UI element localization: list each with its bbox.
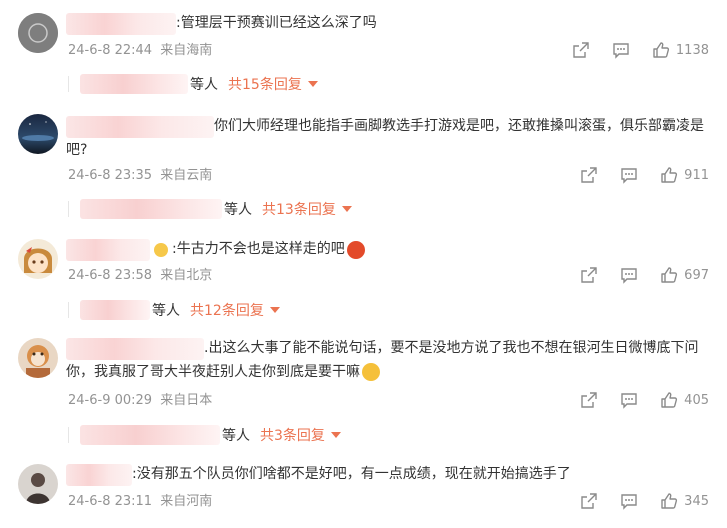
share-icon[interactable] [580, 266, 598, 284]
comment-icon[interactable] [620, 492, 638, 510]
comment-text: :牛古力不会也是这样走的吧 [66, 238, 716, 262]
comment-meta: 24-6-8 22:44 来自海南 [68, 43, 212, 59]
avatar[interactable] [18, 239, 58, 279]
avatar[interactable] [18, 464, 58, 504]
blurred-username[interactable] [66, 463, 132, 486]
comment-date: 24-6-8 23:11 [68, 494, 153, 509]
share-icon[interactable] [572, 41, 590, 59]
like-icon [661, 392, 678, 408]
view-replies-link[interactable]: 共13条回复 [262, 199, 336, 219]
avatar[interactable] [18, 114, 58, 154]
emoji-icon [154, 242, 168, 257]
blurred-username[interactable] [66, 238, 150, 261]
like-count: 345 [684, 493, 709, 509]
share-icon[interactable] [580, 492, 598, 510]
comment-date: 24-6-9 00:29 [68, 393, 153, 408]
reply-suffix: 等人 [152, 303, 180, 319]
blurred-username[interactable] [66, 12, 176, 35]
blurred-username[interactable] [66, 337, 204, 360]
comment-actions: 1138 [550, 41, 709, 59]
comment-item: :牛古力不会也是这样走的吧 24-6-8 23:58 来自北京 697 等人 共… [0, 222, 727, 322]
comment-actions: 405 [558, 391, 709, 409]
comment-item: .出这么大事了能不能说句话，要不是没地方说了我也不想在银河生日微博底下问你，我真… [0, 322, 727, 450]
comment-actions: 911 [558, 166, 709, 184]
comment-text: :管理层干预赛训已经这么深了吗 [66, 12, 716, 36]
like-count: 405 [684, 392, 709, 408]
comment-icon[interactable] [620, 391, 638, 409]
blurred-reply-users [80, 300, 150, 320]
comment-item: :没有那五个队员你们啥都不是好吧，有一点成绩，现在就开始搞选手了 24-6-8 … [0, 450, 727, 528]
like-count: 911 [684, 167, 709, 183]
like-icon [653, 42, 669, 58]
comment-text: 你们大师经理也能指手画脚教选手打游戏是吧，还敢推搡叫滚蛋，俱乐部霸凌是吧? [66, 115, 706, 162]
comment-location: 来自河南 [160, 494, 213, 509]
view-replies-link[interactable]: 共3条回复 [260, 425, 325, 445]
comment-date: 24-6-8 23:35 [68, 168, 153, 183]
comment-meta: 24-6-8 23:58 来自北京 [68, 268, 212, 284]
caret-down-icon [307, 81, 318, 87]
caret-down-icon [269, 307, 280, 313]
like-button[interactable]: 697 [660, 266, 709, 284]
caret-down-icon [330, 432, 341, 438]
comment-meta: 24-6-8 23:11 来自河南 [68, 494, 212, 510]
like-button[interactable]: 345 [660, 492, 709, 510]
avatar-image [18, 114, 58, 154]
like-button[interactable]: 1138 [652, 41, 709, 59]
reply-summary[interactable]: 等人 共12条回复 [80, 298, 280, 322]
like-count: 1138 [675, 42, 709, 58]
like-button[interactable]: 405 [660, 391, 709, 409]
comment-date: 24-6-8 22:44 [68, 43, 153, 58]
shocked-emoji-icon [362, 363, 380, 381]
view-replies-link[interactable]: 共15条回复 [228, 74, 302, 94]
like-button[interactable]: 911 [660, 166, 709, 184]
like-count: 697 [684, 267, 709, 283]
comment-item: 你们大师经理也能指手画脚教选手打游戏是吧，还敢推搡叫滚蛋，俱乐部霸凌是吧? 24… [0, 100, 727, 222]
comment-text: :没有那五个队员你们啥都不是好吧，有一点成绩，现在就开始搞选手了 [66, 463, 716, 487]
view-replies-link[interactable]: 共12条回复 [190, 300, 264, 320]
comment-icon[interactable] [620, 166, 638, 184]
share-icon[interactable] [580, 166, 598, 184]
comment-icon[interactable] [612, 41, 630, 59]
reply-summary[interactable]: 等人 共15条回复 [80, 72, 318, 96]
avatar-image [18, 239, 58, 279]
blurred-username[interactable] [66, 115, 214, 138]
like-icon [661, 167, 678, 183]
reply-summary[interactable]: 等人 共13条回复 [80, 197, 352, 221]
comment-meta: 24-6-9 00:29 来自日本 [68, 393, 212, 409]
comment-date: 24-6-8 23:58 [68, 268, 153, 283]
avatar[interactable] [18, 338, 58, 378]
comment-text: .出这么大事了能不能说句话，要不是没地方说了我也不想在银河生日微博底下问你，我真… [66, 337, 711, 384]
comment-actions: 697 [558, 266, 709, 284]
comment-location: 来自云南 [160, 168, 213, 183]
comment-location: 来自北京 [160, 268, 213, 283]
avatar[interactable] [18, 13, 58, 53]
comment-item: :管理层干预赛训已经这么深了吗 24-6-8 22:44 来自海南 1138 等… [0, 0, 727, 100]
reply-suffix: 等人 [224, 202, 252, 218]
like-icon [661, 493, 678, 509]
reply-divider [68, 302, 69, 318]
reply-divider [68, 76, 69, 92]
reply-suffix: 等人 [222, 428, 250, 444]
blurred-reply-users [80, 74, 188, 94]
avatar-image [18, 338, 58, 378]
comment-meta: 24-6-8 23:35 来自云南 [68, 168, 212, 184]
comment-location: 来自日本 [160, 393, 213, 408]
avatar-image [18, 464, 58, 504]
comment-location: 来自海南 [160, 43, 213, 58]
reply-suffix: 等人 [190, 77, 218, 93]
reply-divider [68, 427, 69, 443]
like-icon [661, 267, 678, 283]
blurred-reply-users [80, 199, 222, 219]
caret-down-icon [341, 206, 352, 212]
reply-summary[interactable]: 等人 共3条回复 [80, 423, 341, 447]
comment-actions: 345 [558, 492, 709, 510]
avatar-image [18, 13, 58, 53]
share-icon[interactable] [580, 391, 598, 409]
angry-emoji-icon [346, 240, 365, 259]
reply-divider [68, 201, 69, 217]
comment-icon[interactable] [620, 266, 638, 284]
blurred-reply-users [80, 425, 220, 445]
